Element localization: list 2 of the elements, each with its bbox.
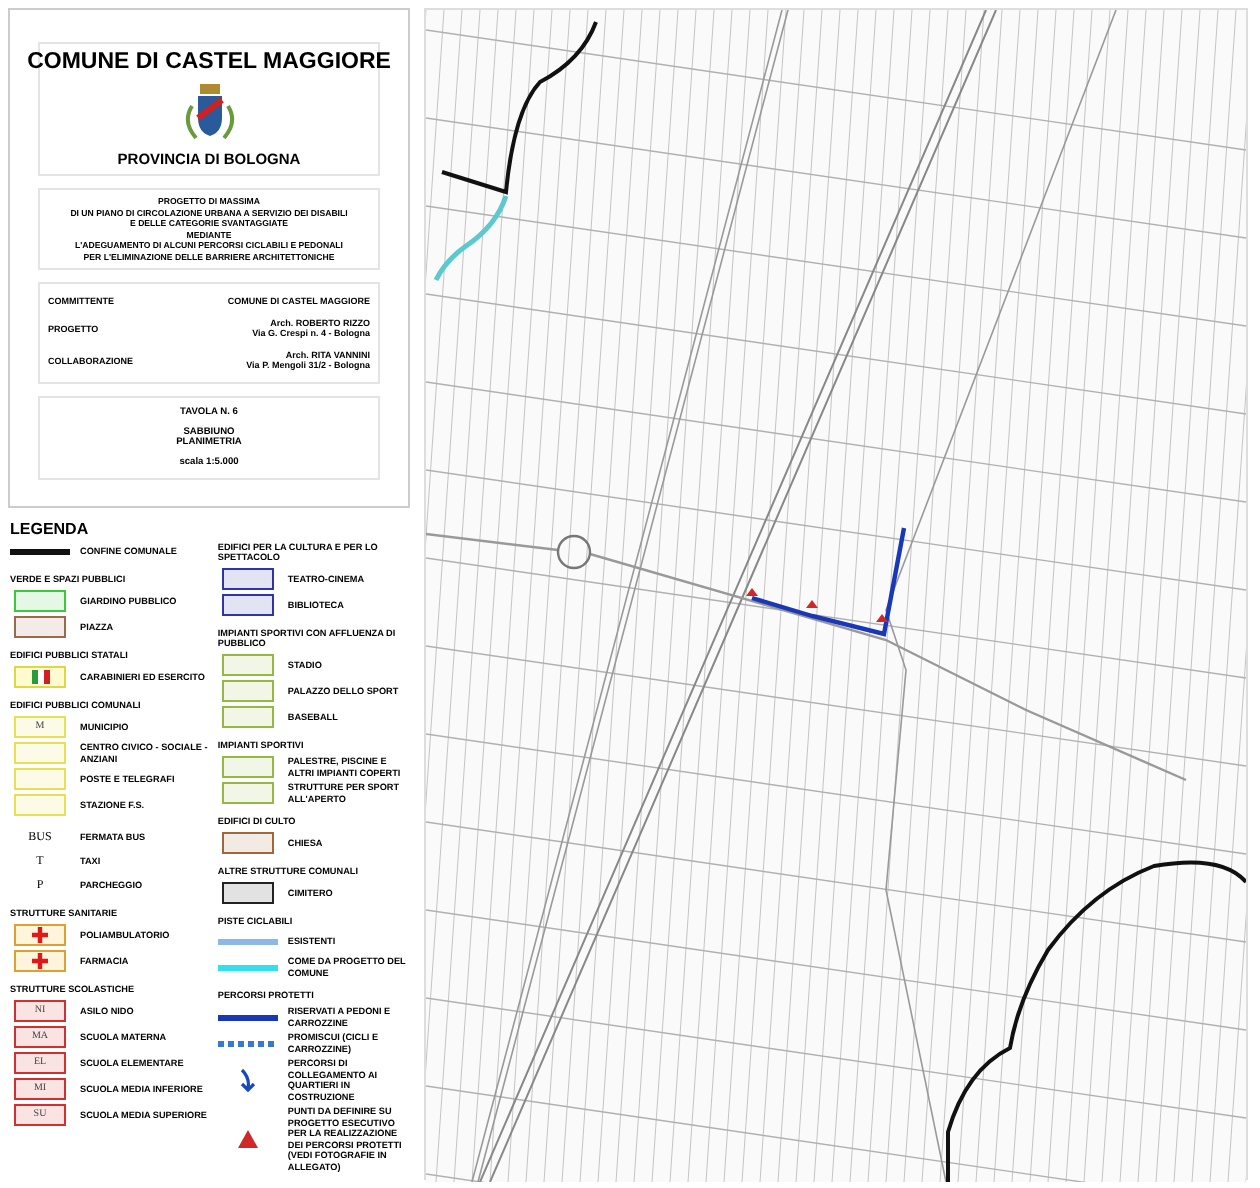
legend-title: LEGENDA: [10, 520, 91, 538]
municipality-title: COMUNE DI CASTEL MAGGIORE: [27, 50, 391, 74]
